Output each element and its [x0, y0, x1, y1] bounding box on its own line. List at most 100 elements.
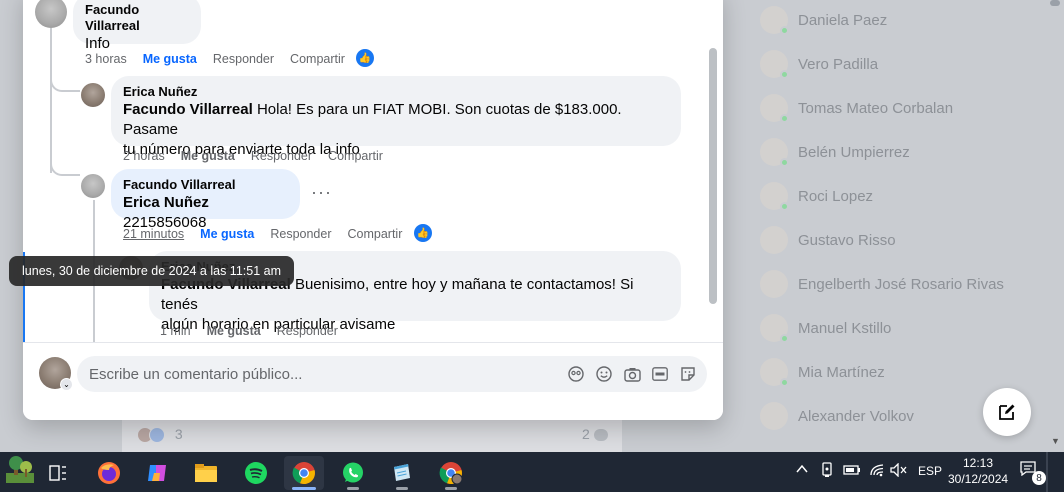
comment-actions: 1 min Me gusta Responder	[160, 324, 354, 338]
avatar	[760, 226, 788, 254]
avatar	[760, 94, 789, 123]
contact-name: Daniela Paez	[798, 11, 888, 29]
reply-button[interactable]: Responder	[270, 227, 331, 241]
avatar[interactable]	[81, 83, 105, 107]
contact-item[interactable]: Alexander Volkov	[760, 401, 914, 431]
contact-item[interactable]: Vero Padilla	[760, 49, 878, 79]
contact-item[interactable]: Belén Umpierrez	[760, 137, 910, 167]
reply-button[interactable]: Responder	[277, 324, 338, 338]
online-indicator	[780, 26, 789, 35]
post-comment-count[interactable]: 2	[582, 426, 608, 442]
share-button[interactable]: Compartir	[348, 227, 403, 241]
language-indicator[interactable]: ESP	[918, 464, 942, 478]
contact-item[interactable]: Mia Martínez	[760, 357, 885, 387]
like-reaction-icon[interactable]: 👍	[414, 224, 432, 242]
chevron-up-icon[interactable]	[795, 463, 809, 478]
comment-author[interactable]: Facundo Villarreal	[123, 177, 288, 193]
like-button[interactable]: Me gusta	[200, 227, 254, 241]
wifi-icon[interactable]	[869, 463, 885, 480]
gif-icon[interactable]	[651, 365, 669, 383]
notification-badge: 8	[1032, 471, 1046, 485]
contact-name: Tomas Mateo Corbalan	[798, 99, 954, 117]
contact-item[interactable]: Roci Lopez	[760, 181, 873, 211]
reply-button[interactable]: Responder	[251, 149, 312, 163]
online-indicator	[780, 202, 789, 211]
comment-bubble: Facundo Villarreal Info	[73, 0, 201, 52]
comment-timestamp[interactable]: 3 horas	[85, 52, 127, 66]
avatar	[760, 314, 789, 343]
comment-actions: 2 horas Me gusta Responder Compartir	[123, 149, 399, 163]
share-button[interactable]: Compartir	[290, 52, 345, 66]
contact-name: Mia Martínez	[798, 363, 885, 381]
comment-bubble: Erica Nuñez Facundo Villarreal Hola! Es …	[111, 76, 681, 158]
emoji-icon[interactable]	[595, 365, 613, 383]
comment-text: Info	[85, 35, 111, 52]
avatar	[760, 50, 789, 79]
online-indicator	[780, 158, 789, 167]
contact-item[interactable]: Tomas Mateo Corbalan	[760, 93, 953, 123]
page-scrollbar[interactable]	[1048, 0, 1064, 452]
comment-author[interactable]: Erica Nuñez	[123, 84, 669, 100]
avatar	[760, 6, 789, 35]
avatar-sticker-icon[interactable]	[567, 365, 585, 383]
like-button[interactable]: Me gusta	[181, 149, 235, 163]
show-desktop-divider	[1046, 452, 1048, 492]
share-button[interactable]: Compartir	[328, 149, 383, 163]
firefox-icon[interactable]	[89, 456, 129, 490]
chevron-down-icon[interactable]: ⌄	[60, 378, 73, 391]
comment-count: 2	[582, 426, 590, 442]
comment-bubble: Facundo Villarreal Erica Nuñez 221585606…	[111, 169, 300, 231]
timestamp-tooltip: lunes, 30 de diciembre de 2024 a las 11:…	[9, 256, 294, 286]
desktop-landscape-icon[interactable]	[0, 454, 40, 488]
usb-device-icon[interactable]	[820, 462, 834, 481]
comment-composer: ⌄	[23, 342, 723, 420]
spotify-icon[interactable]	[236, 456, 276, 490]
reply-button[interactable]: Responder	[213, 52, 274, 66]
comment-timestamp[interactable]: 21 minutos	[123, 227, 184, 241]
comments-scrollbar[interactable]	[709, 48, 717, 304]
file-explorer-icon[interactable]	[186, 456, 226, 490]
comments-dialog: Facundo Villarreal Info 3 horas Me gusta…	[23, 0, 723, 420]
avatar[interactable]	[81, 174, 105, 198]
contact-name: Vero Padilla	[798, 55, 879, 73]
contact-item[interactable]: Daniela Paez	[760, 5, 887, 35]
scroll-down-arrow-icon[interactable]: ▼	[1051, 436, 1060, 446]
like-button[interactable]: Me gusta	[207, 324, 261, 338]
contact-item[interactable]: Manuel Kstillo	[760, 313, 891, 343]
comment-timestamp[interactable]: 1 min	[160, 324, 191, 338]
like-reaction-icon[interactable]: 👍	[356, 49, 374, 67]
comment-timestamp[interactable]: 2 horas	[123, 149, 165, 163]
avatar	[760, 138, 789, 167]
contact-name: Gustavo Risso	[798, 231, 896, 249]
copilot-icon[interactable]	[137, 456, 177, 490]
whatsapp-icon[interactable]	[333, 456, 373, 490]
like-button[interactable]: Me gusta	[143, 52, 197, 66]
new-message-button[interactable]	[983, 388, 1031, 436]
mention-link[interactable]: Erica Nuñez	[123, 194, 209, 211]
notes-app-icon[interactable]	[382, 456, 422, 490]
contact-item[interactable]: Engelberth José Rosario Rivas	[760, 269, 1004, 299]
comment-actions: 3 horas Me gusta Responder Compartir	[85, 52, 361, 66]
volume-muted-icon[interactable]	[890, 462, 908, 480]
taskbar-clock[interactable]: 12:13 30/12/2024	[948, 455, 1008, 487]
chrome-icon[interactable]	[284, 456, 324, 490]
reaction-count: 3	[174, 426, 183, 442]
online-indicator	[780, 378, 789, 387]
thread-connector	[50, 160, 80, 176]
page-scroll-thumb[interactable]	[1050, 0, 1060, 6]
comment-author[interactable]: Facundo Villarreal	[85, 2, 189, 34]
camera-icon[interactable]	[623, 365, 641, 383]
post-reactions[interactable]: 3	[137, 426, 183, 444]
avatar	[760, 402, 788, 430]
chrome-profile-icon[interactable]	[431, 456, 471, 490]
mention-link[interactable]: Facundo Villarreal	[123, 101, 253, 118]
avatar[interactable]	[35, 0, 67, 28]
contact-name: Engelberth José Rosario Rivas	[798, 275, 1004, 293]
avatar	[760, 270, 788, 298]
battery-icon[interactable]	[843, 464, 861, 479]
online-indicator	[780, 70, 789, 79]
task-view-icon[interactable]	[38, 456, 78, 490]
contact-item[interactable]: Gustavo Risso	[760, 225, 896, 255]
sticker-icon[interactable]	[679, 365, 697, 383]
more-options-icon[interactable]: ···	[311, 182, 332, 203]
